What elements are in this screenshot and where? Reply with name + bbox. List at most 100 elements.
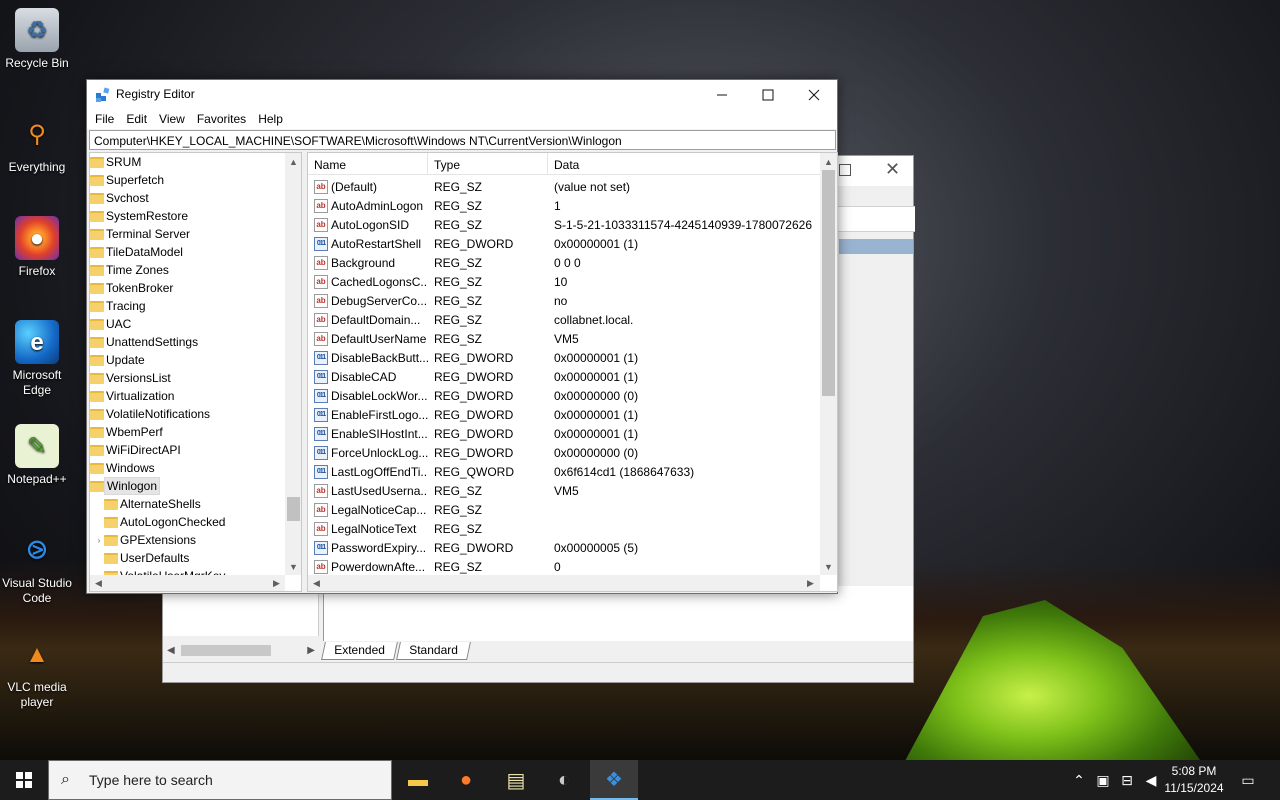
value-row[interactable]: ab AutoLogonSID REG_SZ S-1-5-21-1033311574-… [308, 215, 820, 234]
desktop-icon-edge[interactable]: e Microsoft Edge [2, 320, 72, 398]
taskbar-clock[interactable]: 5:08 PM 11/15/2024 [1160, 763, 1228, 797]
tree-key[interactable]: VersionsList [90, 369, 173, 387]
tree-subkey[interactable]: AlternateShells [94, 495, 203, 513]
column-data[interactable]: Data [548, 153, 820, 175]
tab-extended[interactable]: Extended [321, 642, 398, 660]
value-list[interactable]: Name Type Data ab (Default) REG_SZ (value n… [307, 152, 838, 592]
tree-key[interactable]: Tracing [90, 297, 148, 315]
taskbar-file-explorer-icon[interactable]: ▬ [394, 760, 442, 800]
value-row[interactable]: ab LegalNoticeCap... REG_SZ [308, 500, 820, 519]
address-bar[interactable]: Computer\HKEY_LOCAL_MACHINE\SOFTWARE\Mic… [89, 130, 836, 150]
scroll-down-icon[interactable]: ▼ [285, 558, 301, 575]
tree-key[interactable]: UnattendSettings [90, 333, 200, 351]
maximize-button[interactable] [745, 80, 791, 109]
taskbar-app-icon[interactable]: ◐ [540, 760, 588, 800]
value-row[interactable]: 011 AutoRestartShell REG_DWORD 0x00000001 (… [308, 234, 820, 253]
menu-favorites[interactable]: Favorites [191, 109, 252, 129]
value-row[interactable]: ab CachedLogonsC... REG_SZ 10 [308, 272, 820, 291]
value-row[interactable]: ab DefaultUserName REG_SZ VM5 [308, 329, 820, 348]
scroll-up-icon[interactable]: ▲ [820, 153, 837, 170]
maximize-icon[interactable] [839, 164, 851, 176]
titlebar[interactable]: Registry Editor [87, 80, 837, 109]
column-name[interactable]: Name [308, 153, 428, 175]
close-button[interactable] [791, 80, 837, 109]
value-row[interactable]: ab Background REG_SZ 0 0 0 [308, 253, 820, 272]
desktop-icon-vscode[interactable]: ⧁ Visual Studio Code [2, 528, 72, 606]
tab-standard[interactable]: Standard [395, 642, 471, 660]
tree-key[interactable]: TileDataModel [90, 243, 185, 261]
taskbar-search-box[interactable]: ⌕ Type here to search [48, 760, 392, 800]
tree-key[interactable]: SystemRestore [90, 207, 190, 225]
tree-horizontal-scrollbar[interactable]: ◀ ▶ [90, 575, 285, 591]
value-row[interactable]: 011 EnableFirstLogo... REG_DWORD 0x00000001… [308, 405, 820, 424]
value-row[interactable]: 011 DisableLockWor... REG_DWORD 0x00000000 … [308, 386, 820, 405]
list-vertical-scrollbar[interactable]: ▲ ▼ [820, 153, 837, 575]
scrollbar-thumb[interactable] [181, 645, 271, 656]
tree-key[interactable]: Superfetch [90, 171, 166, 189]
tree-subkey[interactable]: AutoLogonChecked [94, 513, 227, 531]
tree-key[interactable]: TokenBroker [90, 279, 175, 297]
registry-editor-window[interactable]: Registry Editor File Edit View Favorites… [86, 79, 838, 594]
value-row[interactable]: 011 DisableCAD REG_DWORD 0x00000001 (1) [308, 367, 820, 386]
menu-edit[interactable]: Edit [120, 109, 153, 129]
selected-row[interactable] [839, 239, 913, 254]
scroll-right-icon[interactable]: ▶ [802, 575, 819, 591]
tree-key[interactable]: Svchost [90, 189, 151, 207]
value-row[interactable]: ab LastUsedUserna... REG_SZ VM5 [308, 481, 820, 500]
value-row[interactable]: 011 DisableBackButt... REG_DWORD 0x00000001… [308, 348, 820, 367]
value-row[interactable]: ab DefaultDomain... REG_SZ collabnet.local. [308, 310, 820, 329]
value-row[interactable]: 011 ForceUnlockLog... REG_DWORD 0x00000000 … [308, 443, 820, 462]
scroll-right-icon[interactable]: ▶ [307, 645, 315, 656]
menu-help[interactable]: Help [252, 109, 289, 129]
tree-key[interactable]: Windows [90, 459, 157, 477]
show-hidden-icons-chevron-up-icon[interactable]: ⌃ [1068, 760, 1090, 800]
key-tree[interactable]: SRUM Superfetch Svchost SystemRestore Termin… [89, 152, 302, 592]
minimize-button[interactable] [699, 80, 745, 109]
value-row[interactable]: ab LegalNoticeText REG_SZ [308, 519, 820, 538]
scrollbar-thumb[interactable] [822, 170, 835, 396]
desktop-icon-firefox[interactable]: ● Firefox [2, 216, 72, 279]
tree-key[interactable]: Time Zones [90, 261, 171, 279]
horizontal-scrollbar[interactable]: ◀ ▶ [163, 641, 319, 659]
tree-subkey[interactable]: › GPExtensions [94, 531, 198, 549]
tree-subkey[interactable]: UserDefaults [94, 549, 191, 567]
column-type[interactable]: Type [428, 153, 548, 175]
tree-key[interactable]: Update [90, 351, 147, 369]
tree-key[interactable]: Winlogon [90, 477, 161, 495]
value-row[interactable]: ab PowerdownAfte... REG_SZ 0 [308, 557, 820, 576]
taskbar-notepad-icon[interactable]: ▤ [492, 760, 540, 800]
tree-vertical-scrollbar[interactable]: ▲ ▼ [285, 153, 301, 575]
notifications-icon[interactable]: ▭ [1236, 760, 1260, 800]
tree-key[interactable]: WiFiDirectAPI [90, 441, 183, 459]
scroll-down-icon[interactable]: ▼ [820, 558, 837, 575]
value-row[interactable]: ab AutoAdminLogon REG_SZ 1 [308, 196, 820, 215]
close-icon[interactable]: ✕ [885, 159, 900, 180]
value-row[interactable]: ab DebugServerCo... REG_SZ no [308, 291, 820, 310]
scrollbar-thumb[interactable] [287, 497, 300, 521]
scroll-right-icon[interactable]: ▶ [268, 575, 285, 591]
tree-key[interactable]: SRUM [90, 153, 143, 171]
tree-key[interactable]: VolatileNotifications [90, 405, 212, 423]
menu-view[interactable]: View [153, 109, 191, 129]
taskbar-registry-editor-icon[interactable]: ❖ [590, 760, 638, 800]
value-row[interactable]: 011 PasswordExpiry... REG_DWORD 0x00000005 … [308, 538, 820, 557]
start-button[interactable] [0, 760, 48, 800]
expand-chevron-icon[interactable]: › [94, 536, 104, 545]
desktop-icon-everything[interactable]: ⚲ Everything [2, 112, 72, 175]
value-row[interactable]: ab (Default) REG_SZ (value not set) [308, 177, 820, 196]
scroll-left-icon[interactable]: ◀ [308, 575, 325, 591]
scroll-left-icon[interactable]: ◀ [167, 645, 175, 656]
tree-key[interactable]: UAC [90, 315, 133, 333]
tray-app-icon[interactable]: ▣ [1092, 760, 1114, 800]
desktop-icon-vlc[interactable]: ▲ VLC media player [2, 632, 72, 710]
tree-key[interactable]: WbemPerf [90, 423, 165, 441]
scroll-up-icon[interactable]: ▲ [285, 153, 301, 170]
tree-key[interactable]: Terminal Server [90, 225, 192, 243]
volume-muted-icon[interactable]: ◀ [1140, 760, 1162, 800]
tree-key[interactable]: Virtualization [90, 387, 176, 405]
menu-file[interactable]: File [89, 109, 120, 129]
value-row[interactable]: 011 EnableSIHostInt... REG_DWORD 0x00000001… [308, 424, 820, 443]
network-icon[interactable]: ⊟ [1116, 760, 1138, 800]
desktop-icon-notepadpp[interactable]: ✎ Notepad++ [2, 424, 72, 487]
taskbar-firefox-icon[interactable]: ● [442, 760, 490, 800]
